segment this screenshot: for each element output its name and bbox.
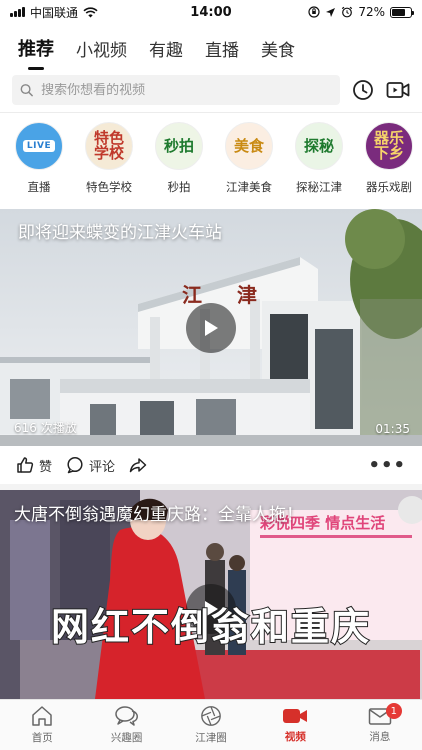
channel-label: 秒拍 [167, 180, 191, 194]
tab-food[interactable]: 美食 [261, 36, 295, 61]
channel-explore-jiangjin[interactable]: 探秘 探秘江津 [292, 122, 346, 202]
video-duration: 01:35 [375, 422, 410, 436]
channel-live[interactable]: LIVE 直播 [12, 122, 66, 202]
tab-short-video[interactable]: 小视频 [76, 36, 127, 61]
tab-live[interactable]: 直播 [205, 36, 239, 61]
comment-button[interactable]: 评论 [66, 456, 115, 475]
nav-jiangjin-circle[interactable]: 江津圈 [169, 700, 253, 750]
channel-instrument-opera[interactable]: 器乐下乡 器乐戏剧 [362, 122, 416, 202]
channel-label: 特色学校 [86, 180, 132, 194]
search-icon [20, 84, 33, 97]
chat-bubbles-icon [114, 706, 138, 726]
battery-icon [390, 6, 414, 18]
video-title: 即将迎来蝶变的江津火车站 [18, 223, 222, 243]
status-bar: 中国联通 14:00 72% [0, 0, 422, 24]
channel-jiangjin-food[interactable]: 美食 江津美食 [222, 122, 276, 202]
upload-video-button[interactable] [385, 75, 410, 105]
comment-icon [67, 456, 83, 474]
special-school-icon: 特色 学校 [85, 122, 133, 170]
nav-label: 消息 [369, 731, 391, 743]
nav-messages[interactable]: 消息 1 [338, 700, 422, 750]
channel-miaopai[interactable]: 秒拍 秒拍 [152, 122, 206, 202]
video-caption-overlay: 网红不倒翁和重庆 [50, 604, 371, 650]
aperture-icon [201, 706, 221, 726]
tab-recommend[interactable]: 推荐 [18, 35, 54, 61]
divider [0, 112, 422, 113]
home-icon [32, 706, 52, 726]
channel-icon-text: 器乐下乡 [373, 129, 404, 162]
like-label: 赞 [39, 459, 53, 475]
wifi-icon [83, 6, 98, 17]
clock: 14:00 [190, 4, 232, 20]
nav-home[interactable]: 首页 [0, 700, 84, 750]
battery-percent: 72% [358, 5, 385, 19]
station-sign: 江 津 [182, 283, 271, 307]
alarm-icon [342, 6, 353, 18]
channel-row: LIVE 直播 特色 学校 特色学校 秒拍 秒拍 美食 江津美食 探秘 探秘江津 … [0, 122, 422, 202]
video-camera-icon [386, 82, 409, 98]
nav-label: 首页 [31, 732, 53, 744]
play-button[interactable] [186, 303, 236, 353]
status-left: 中国联通 [10, 4, 98, 21]
search-row [0, 72, 422, 108]
video-card-1[interactable]: 江 津 即将迎来蝶变的江津火车站 616 次播放 01:35 [0, 209, 422, 446]
signal-icon [10, 7, 25, 17]
channel-icon-text: 美食 [233, 136, 264, 155]
search-input[interactable] [41, 82, 332, 98]
food-icon: 美食 [225, 122, 273, 170]
nav-label: 兴趣圈 [110, 732, 143, 744]
view-count: 616 次播放 [14, 421, 77, 435]
bottom-nav: 首页 兴趣圈 江津圈 视频 消息 1 [0, 699, 422, 750]
opera-icon: 器乐下乡 [365, 122, 413, 170]
channel-icon-text: 特色 学校 [93, 129, 124, 162]
action-bar: 赞 评论 ••• [0, 448, 422, 482]
thumbs-up-icon [17, 457, 34, 473]
location-arrow-icon [326, 7, 336, 17]
channel-icon-text: 秒拍 [163, 136, 194, 155]
status-right: 72% [308, 5, 414, 19]
video-title: 大唐不倒翁遇魔幻重庆路：全靠人拖！ [14, 505, 303, 525]
video-camera-icon [283, 709, 308, 723]
explore-icon: 探秘 [295, 122, 343, 170]
live-badge: LIVE [22, 140, 56, 152]
tab-funny[interactable]: 有趣 [149, 36, 183, 61]
channel-label: 直播 [27, 180, 51, 194]
battery-fill [392, 8, 405, 16]
live-icon: LIVE [15, 122, 63, 170]
channel-label: 探秘江津 [296, 180, 342, 194]
category-tabs: 推荐 小视频 有趣 直播 美食 [0, 30, 422, 66]
play-icon [205, 320, 218, 336]
search-box[interactable] [12, 75, 340, 105]
rotation-lock-icon [308, 6, 320, 18]
share-button[interactable] [129, 456, 147, 474]
carrier-name: 中国联通 [30, 5, 79, 20]
comment-label: 评论 [89, 459, 116, 475]
share-icon [129, 458, 147, 473]
miaopai-icon: 秒拍 [155, 122, 203, 170]
channel-icon-text: 探秘 [303, 136, 334, 155]
like-button[interactable]: 赞 [16, 456, 52, 475]
channel-label: 器乐戏剧 [366, 180, 412, 194]
history-button[interactable] [350, 75, 375, 105]
unread-badge: 1 [385, 703, 402, 719]
more-options-button[interactable]: ••• [368, 455, 406, 476]
nav-video[interactable]: 视频 [253, 700, 337, 750]
nav-interest-circle[interactable]: 兴趣圈 [84, 700, 168, 750]
video-card-2[interactable]: 彩悦四季 情点生活 大唐不倒翁遇魔幻重庆路：全靠人拖！ 网红不倒翁和重庆 [0, 490, 422, 699]
channel-label: 江津美食 [226, 180, 272, 194]
channel-special-school[interactable]: 特色 学校 特色学校 [82, 122, 136, 202]
nav-label: 江津圈 [195, 732, 227, 744]
clock-icon [352, 80, 373, 100]
nav-label: 视频 [284, 731, 306, 743]
